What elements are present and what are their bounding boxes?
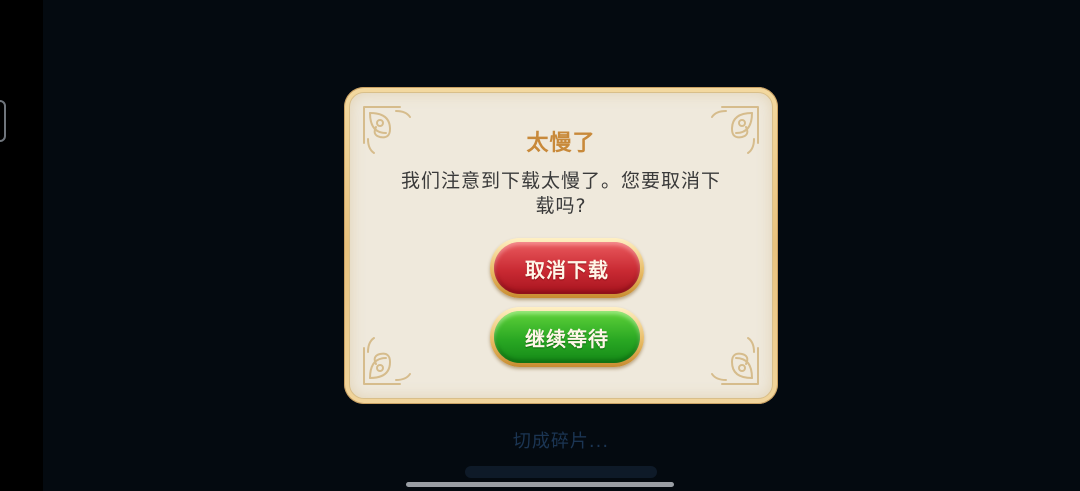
dialog-message: 我们注意到下载太慢了。您要取消下载吗? [400,170,721,217]
loading-status-text: 切成碎片... [512,431,610,452]
cancel-download-button[interactable]: 取消下载 [490,238,644,298]
keep-waiting-label: 继续等待 [494,311,640,363]
dialog-panel: 太慢了 我们注意到下载太慢了。您要取消下载吗? 取消下载 继续等待 [349,92,773,399]
corner-ornament-icon [363,337,411,385]
corner-ornament-icon [711,337,759,385]
loading-progress-bar [465,466,657,478]
cancel-download-label: 取消下载 [494,242,640,294]
keep-waiting-button[interactable]: 继续等待 [490,307,644,367]
slow-download-dialog: 太慢了 我们注意到下载太慢了。您要取消下载吗? 取消下载 继续等待 [344,87,778,404]
dialog-title: 太慢了 [526,131,596,156]
screen-notch-area [0,0,43,491]
home-indicator[interactable] [406,482,674,487]
game-screen: 切成碎片... 太慢了 我们注意到下载太慢了。您要取消下载吗? 取消下载 继续等… [0,0,1080,491]
side-handle[interactable] [0,100,6,142]
